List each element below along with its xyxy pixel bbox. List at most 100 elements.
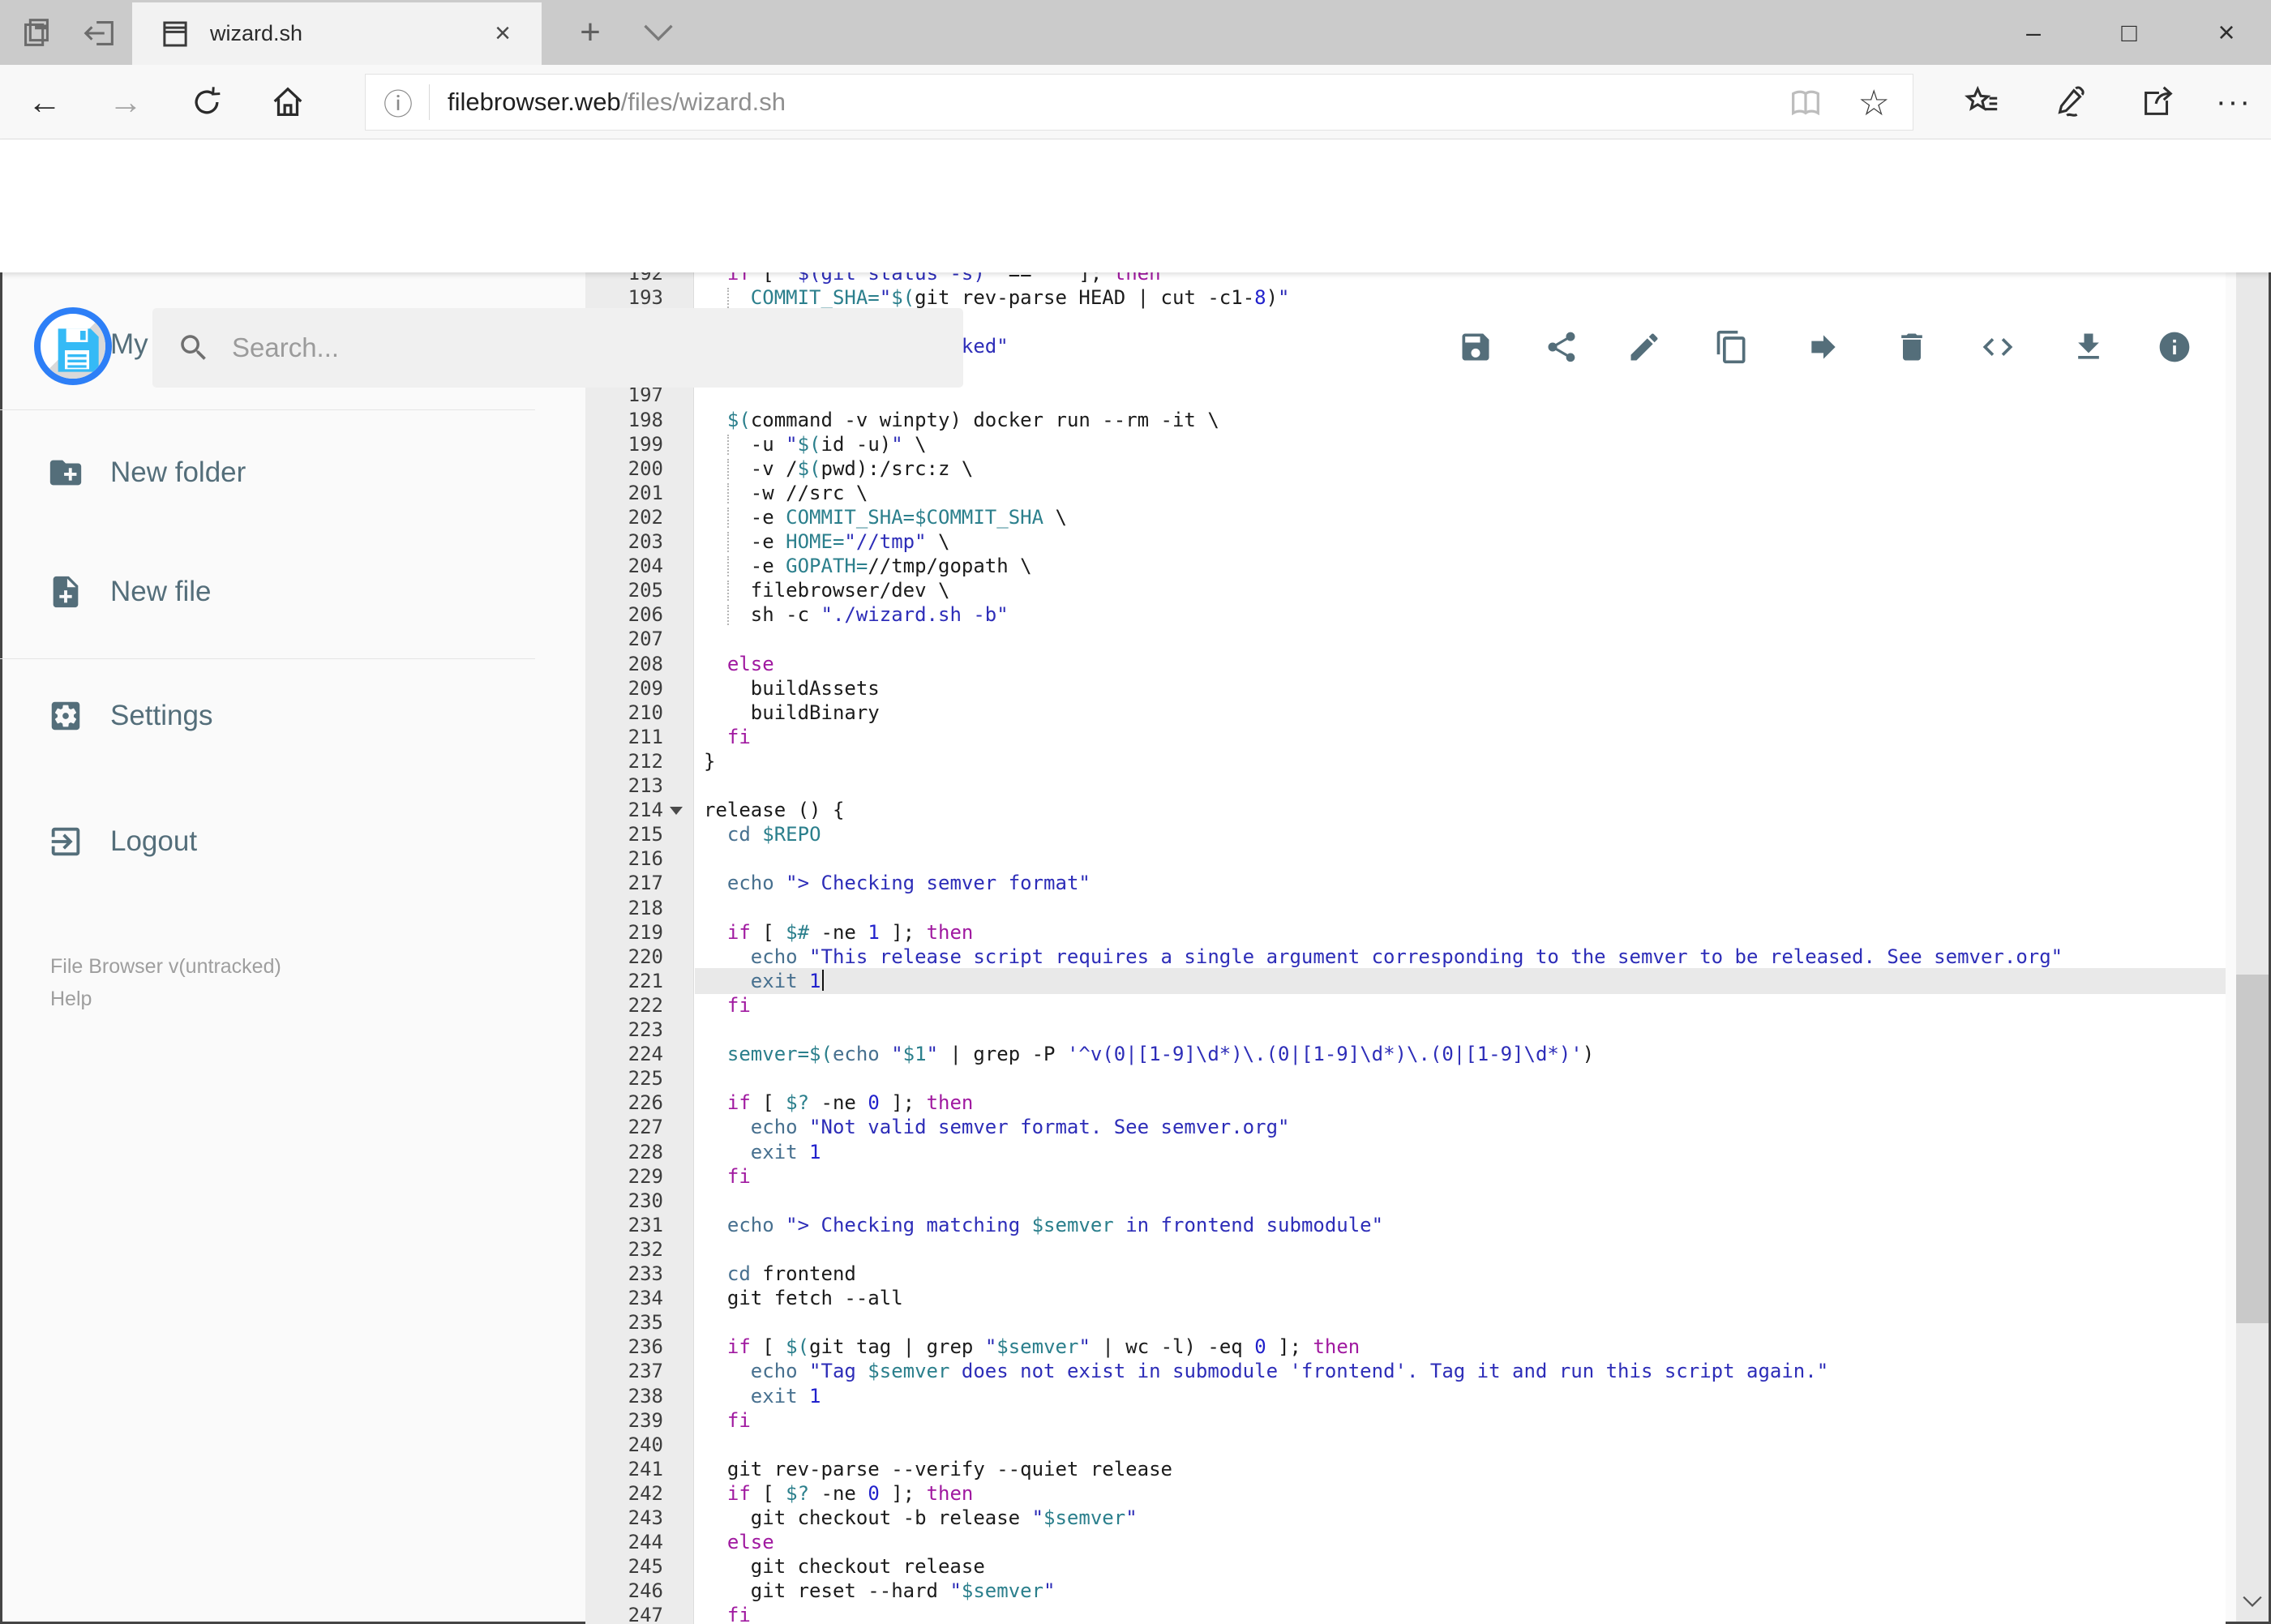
code-line[interactable]: 220 echo "This release script requires a… [585, 945, 2226, 970]
code-line[interactable]: 199 -u "$(id -u)" \ [585, 432, 2226, 457]
code-line[interactable]: 224 semver=$(echo "$1" | grep -P '^v(0|[… [585, 1042, 2226, 1067]
fold-marker-icon[interactable] [670, 807, 683, 816]
code-line[interactable]: 210 buildBinary [585, 701, 2226, 726]
line-number[interactable]: 236 [585, 1335, 694, 1359]
site-info-icon[interactable]: ⓘ [383, 81, 413, 123]
code-line[interactable]: 235 [585, 1310, 2226, 1335]
reading-view-icon[interactable] [1787, 84, 1824, 122]
code-line[interactable]: 229 fi [585, 1164, 2226, 1189]
code-line[interactable]: 232 [585, 1237, 2226, 1262]
line-number[interactable]: 215 [585, 822, 694, 846]
code-view-icon[interactable] [1980, 329, 2016, 365]
code-line[interactable]: 207 [585, 627, 2226, 652]
page-scrollbar[interactable] [2236, 139, 2269, 1622]
share-file-icon[interactable] [1544, 329, 1579, 365]
search-bar[interactable] [152, 308, 963, 388]
hub-favorites-icon[interactable] [1954, 65, 2011, 139]
line-number[interactable]: 221 [585, 969, 694, 993]
line-number[interactable]: 232 [585, 1237, 694, 1262]
code-line[interactable]: 228 exit 1 [585, 1140, 2226, 1165]
code-line[interactable]: 238 exit 1 [585, 1384, 2226, 1409]
code-line[interactable]: 209 buildAssets [585, 676, 2226, 701]
line-number[interactable]: 245 [585, 1554, 694, 1579]
code-line[interactable]: 192 if [ "$(git status -s)" == "" ]; the… [585, 272, 2226, 286]
move-icon[interactable] [1806, 329, 1841, 365]
code-line[interactable]: 206 sh -c "./wizard.sh -b" [585, 602, 2226, 628]
line-number[interactable]: 235 [585, 1310, 694, 1335]
save-icon[interactable] [1458, 329, 1493, 365]
code-line[interactable]: 215 cd $REPO [585, 822, 2226, 847]
url-bar[interactable]: ⓘ filebrowser.web/files/wizard.sh ☆ [365, 74, 1913, 131]
back-button[interactable]: ← [16, 65, 73, 139]
code-line[interactable]: 202 -e COMMIT_SHA=$COMMIT_SHA \ [585, 505, 2226, 530]
code-line[interactable]: 240 [585, 1433, 2226, 1458]
line-number[interactable]: 226 [585, 1091, 694, 1115]
window-close-button[interactable]: × [2187, 0, 2265, 65]
sidebar-item-settings[interactable]: Settings [0, 688, 535, 744]
code-line[interactable]: 230 [585, 1189, 2226, 1214]
code-line[interactable]: 208 else [585, 652, 2226, 677]
set-tabs-aside-icon[interactable] [81, 15, 118, 52]
download-icon[interactable] [2071, 329, 2106, 365]
line-number[interactable]: 199 [585, 432, 694, 456]
tab-preview-icon[interactable] [18, 15, 55, 52]
code-line[interactable]: 242 if [ $? -ne 0 ]; then [585, 1481, 2226, 1506]
line-number[interactable]: 192 [585, 272, 694, 285]
line-number[interactable]: 203 [585, 529, 694, 554]
settings-menu-ellipsis[interactable]: ··· [2205, 65, 2262, 139]
code-line[interactable]: 213 [585, 773, 2226, 799]
line-number[interactable]: 198 [585, 408, 694, 432]
sidebar-item-logout[interactable]: Logout [0, 813, 535, 870]
line-number[interactable]: 207 [585, 627, 694, 651]
line-number[interactable]: 222 [585, 993, 694, 1018]
copy-icon[interactable] [1714, 329, 1750, 365]
code-line[interactable]: 237 echo "Tag $semver does not exist in … [585, 1359, 2226, 1384]
line-number[interactable]: 241 [585, 1457, 694, 1481]
line-number[interactable]: 244 [585, 1530, 694, 1554]
line-number[interactable]: 218 [585, 896, 694, 920]
code-line[interactable]: 243 git checkout -b release "$semver" [585, 1506, 2226, 1531]
info-icon[interactable] [2157, 329, 2192, 365]
delete-icon[interactable] [1894, 329, 1930, 365]
line-number[interactable]: 234 [585, 1286, 694, 1310]
code-line[interactable]: 211 fi [585, 725, 2226, 750]
code-editor[interactable]: 192 if [ "$(git status -s)" == "" ]; the… [585, 272, 2226, 1624]
edit-icon[interactable] [1626, 329, 1662, 365]
line-number[interactable]: 210 [585, 701, 694, 725]
line-number[interactable]: 219 [585, 920, 694, 945]
line-number[interactable]: 239 [585, 1408, 694, 1433]
tab-list-chevron-icon[interactable] [641, 21, 676, 45]
line-number[interactable]: 227 [585, 1115, 694, 1139]
code-line[interactable]: 246 git reset --hard "$semver" [585, 1579, 2226, 1604]
code-line[interactable]: 226 if [ $? -ne 0 ]; then [585, 1091, 2226, 1116]
line-number[interactable]: 231 [585, 1213, 694, 1237]
code-line[interactable]: 239 fi [585, 1408, 2226, 1433]
code-line[interactable]: 247 fi [585, 1603, 2226, 1624]
code-line[interactable]: 214 release () { [585, 798, 2226, 823]
code-line[interactable]: 218 [585, 896, 2226, 921]
line-number[interactable]: 229 [585, 1164, 694, 1189]
code-line[interactable]: 221 exit 1 [585, 967, 2226, 994]
line-number[interactable]: 223 [585, 1018, 694, 1042]
filebrowser-logo[interactable] [34, 307, 112, 385]
code-line[interactable]: 204 -e GOPATH=//tmp/gopath \ [585, 554, 2226, 579]
scrollbar-thumb[interactable] [2236, 975, 2269, 1323]
code-line[interactable]: 219 if [ $# -ne 1 ]; then [585, 920, 2226, 945]
window-maximize-button[interactable]: □ [2090, 0, 2168, 65]
line-number[interactable]: 228 [585, 1140, 694, 1164]
line-number[interactable]: 204 [585, 554, 694, 578]
line-number[interactable]: 225 [585, 1066, 694, 1091]
line-number[interactable]: 213 [585, 773, 694, 798]
line-number[interactable]: 209 [585, 676, 694, 701]
line-number[interactable]: 201 [585, 481, 694, 505]
line-number[interactable]: 202 [585, 505, 694, 529]
code-line[interactable]: 212} [585, 749, 2226, 774]
code-line[interactable]: 241 git rev-parse --verify --quiet relea… [585, 1457, 2226, 1482]
web-note-pen-icon[interactable] [2042, 65, 2098, 139]
code-line[interactable]: 222 fi [585, 993, 2226, 1018]
sidebar-item-new-file[interactable]: New file [0, 563, 535, 620]
code-line[interactable]: 201 -w //src \ [585, 481, 2226, 506]
code-line[interactable]: 198 $(command -v winpty) docker run --rm… [585, 408, 2226, 433]
line-number[interactable]: 233 [585, 1262, 694, 1286]
tab-close-button[interactable]: × [483, 14, 522, 53]
